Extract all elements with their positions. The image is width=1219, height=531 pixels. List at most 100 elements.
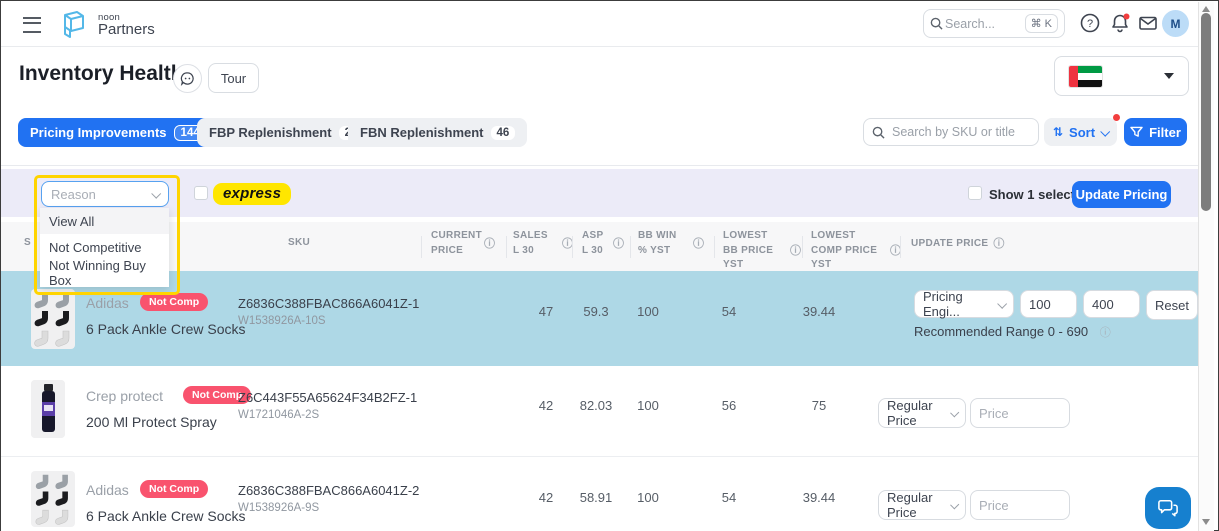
menu-item-not-winning-buy-box[interactable]: Not Winning Buy Box (40, 260, 169, 286)
chat-face-icon (180, 71, 195, 86)
sku-code: Z6836C388FBAC866A6041Z-1 (238, 296, 419, 311)
help-icon: ? (1079, 12, 1101, 34)
info-icon[interactable]: ⓘ (1100, 326, 1111, 339)
tour-button[interactable]: Tour (208, 63, 259, 93)
menu-item-not-competitive[interactable]: Not Competitive (40, 234, 169, 260)
sku-search-input[interactable] (890, 124, 1030, 140)
chevron-down-icon (950, 500, 959, 509)
price-type-select[interactable]: Pricing Engi... (914, 290, 1014, 318)
hamburger-menu-icon[interactable] (23, 17, 41, 33)
column-header-lowest-comp: LOWEST COMP PRICE YST (811, 229, 885, 273)
express-badge[interactable]: express (213, 183, 291, 205)
app-window: noon Partners ⌘ K ? (0, 0, 1219, 531)
express-filter-checkbox[interactable] (194, 186, 208, 200)
price-input[interactable] (970, 490, 1070, 520)
reason-dropdown-menu: View All Not Competitive Not Winning Buy… (40, 208, 169, 287)
product-image-socks (31, 289, 75, 349)
sku-variant: W1538926A-9S (238, 502, 319, 514)
chevron-down-icon (1100, 126, 1110, 136)
sku-variant: W1721046A-2S (238, 409, 319, 421)
min-price-input[interactable] (1020, 290, 1077, 318)
asp-l30-value: 58.91 (566, 490, 626, 505)
table-header: S SKU CURRENT PRICE ⓘ SALES L 30 ⓘ ASP L… (1, 222, 1198, 271)
price-type-select[interactable]: Regular Price (878, 398, 966, 428)
svg-text:?: ? (1087, 18, 1093, 30)
show-selected-checkbox[interactable] (968, 186, 982, 200)
recommended-range: Recommended Range 0 - 690 ⓘ (914, 324, 1111, 340)
column-header-current-price: CURRENT PRICE (431, 229, 479, 258)
asp-l30-value: 82.03 (566, 398, 626, 413)
tab-fbn-replenishment[interactable]: FBN Replenishment 46 (348, 118, 527, 147)
info-icon[interactable]: ⓘ (790, 243, 801, 259)
product-title: 200 Ml Protect Spray (86, 414, 217, 430)
scrollbar-up-arrow[interactable] (1202, 6, 1210, 12)
brand-name: Adidas (86, 482, 129, 498)
sku-code: Z6836C388FBAC866A6041Z-2 (238, 483, 419, 498)
tab-count-badge: 46 (491, 126, 516, 140)
chevron-down-icon (950, 408, 959, 417)
column-header-partial: S (24, 236, 31, 251)
search-icon (930, 17, 943, 30)
brand-name: Crep protect (86, 388, 163, 404)
sku-code: Z6C443F55A65624F34B2FZ-1 (238, 390, 417, 405)
product-image-spray (31, 380, 65, 438)
logo-text-partners: Partners (98, 21, 155, 38)
filter-funnel-icon (1130, 126, 1143, 138)
asp-l30-value: 59.3 (566, 304, 626, 319)
not-comp-badge: Not Comp (140, 293, 208, 311)
product-title: 6 Pack Ankle Crew Socks (86, 321, 246, 337)
command-k-shortcut-badge: ⌘ K (1025, 14, 1058, 33)
scrollbar-thumb[interactable] (1201, 13, 1211, 211)
column-header-asp-l30: ASP L 30 (582, 229, 608, 258)
brand-name: Adidas (86, 295, 129, 311)
tab-pricing-improvements[interactable]: Pricing Improvements 1446 (18, 118, 225, 147)
uae-flag-icon (1069, 66, 1102, 87)
product-title: 6 Pack Ankle Crew Socks (86, 508, 246, 524)
feedback-bubble-button[interactable] (173, 64, 202, 93)
sku-variant: W1538926A-10S (238, 315, 326, 327)
column-header-bb-win: BB WIN % YST (638, 229, 688, 258)
product-image-socks (31, 471, 75, 527)
page-title: Inventory Health (19, 62, 184, 86)
sku-search[interactable] (863, 118, 1039, 146)
info-icon[interactable]: ⓘ (993, 236, 1004, 252)
info-icon[interactable]: ⓘ (613, 236, 624, 252)
mail-icon (1137, 12, 1159, 34)
column-header-lowest-bb: LOWEST BB PRICE YST (723, 229, 785, 273)
update-pricing-button[interactable]: Update Pricing (1072, 181, 1171, 208)
reset-button[interactable]: Reset (1146, 290, 1198, 320)
global-search-input[interactable] (943, 16, 1025, 32)
top-bar: noon Partners ⌘ K ? (1, 1, 1198, 47)
avatar[interactable]: M (1162, 10, 1189, 37)
sort-button[interactable]: ⇅ Sort (1044, 118, 1117, 146)
reason-select[interactable]: Reason (41, 181, 169, 207)
info-icon[interactable]: ⓘ (484, 236, 495, 252)
chevron-down-icon (151, 188, 161, 198)
chat-fab-button[interactable] (1145, 487, 1191, 529)
scrollbar-down-arrow[interactable] (1202, 519, 1210, 525)
country-select[interactable] (1054, 56, 1189, 96)
chat-bubbles-icon (1157, 498, 1179, 518)
lowest-comp-value: 39.44 (789, 490, 849, 505)
messages-button[interactable] (1135, 10, 1161, 36)
max-price-input[interactable] (1083, 290, 1140, 318)
global-search[interactable]: ⌘ K (923, 9, 1065, 38)
bb-win-value: 100 (618, 490, 678, 505)
menu-item-view-all[interactable]: View All (40, 208, 169, 234)
lowest-bb-value: 54 (699, 490, 759, 505)
lowest-comp-value: 39.44 (789, 304, 849, 319)
divider (1, 165, 1198, 166)
filter-button[interactable]: Filter (1124, 118, 1187, 146)
sort-arrows-icon: ⇅ (1053, 125, 1063, 139)
chevron-down-icon (998, 298, 1008, 308)
info-icon[interactable]: ⓘ (693, 236, 704, 252)
price-type-select[interactable]: Regular Price (878, 490, 966, 520)
chevron-down-icon (1164, 73, 1174, 79)
help-button[interactable]: ? (1077, 10, 1103, 36)
bell-icon (1109, 12, 1131, 34)
price-input[interactable] (970, 398, 1070, 428)
lowest-comp-value: 75 (789, 398, 849, 413)
noon-partners-logo-icon[interactable] (56, 10, 88, 40)
sort-notification-dot (1113, 114, 1120, 121)
notifications-button[interactable] (1107, 10, 1133, 36)
